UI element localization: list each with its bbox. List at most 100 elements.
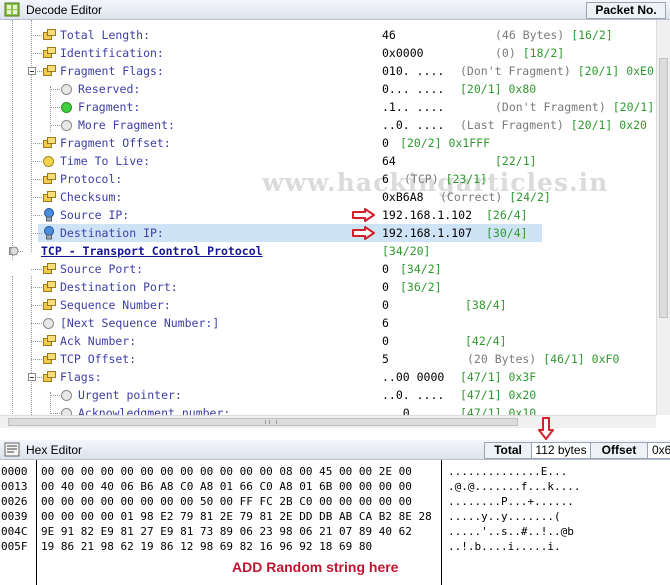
ip-address-icon bbox=[43, 206, 57, 224]
field-info: [42/4] bbox=[465, 332, 507, 350]
field-info: [34/20] bbox=[382, 242, 430, 260]
tree-row[interactable]: Source Port: 0 [34/2] bbox=[0, 260, 656, 278]
hex-ascii[interactable]: .....'..s..#..!..@b bbox=[448, 524, 574, 539]
field-offset: [46/1] bbox=[543, 352, 585, 366]
field-name: Checksum: bbox=[60, 190, 123, 204]
field-name: [Next Sequence Number:] bbox=[60, 316, 220, 330]
tree-row[interactable]: Destination Port: 0 [36/2] bbox=[0, 278, 656, 296]
decode-horizontal-scroll-thumb[interactable] bbox=[8, 418, 518, 426]
field-offset: [36/2] bbox=[400, 280, 442, 294]
hex-ascii[interactable]: .@.@.......f...k.... bbox=[448, 479, 580, 494]
field-mask: 0x1FFF bbox=[448, 136, 491, 150]
tree-row[interactable]: Fragment Offset: 0 [20/2] 0x1FFF bbox=[0, 134, 656, 152]
field-info: [38/4] bbox=[465, 296, 507, 314]
field-value: ...0 .... bbox=[382, 406, 445, 415]
field-value: 0 bbox=[382, 280, 389, 294]
tree-guide-line bbox=[31, 35, 42, 36]
tree-guide-line bbox=[50, 413, 60, 414]
offset-divider bbox=[36, 460, 37, 585]
tree-row[interactable]: Protocol: 6 (TCP) [23/1] bbox=[0, 170, 656, 188]
bit-flag-icon bbox=[43, 314, 57, 332]
field-name: Source IP: bbox=[60, 208, 130, 222]
field-offset: [24/2] bbox=[509, 190, 551, 204]
field-offset: [26/4] bbox=[486, 208, 528, 222]
field-name: TCP - Transport Control Protocol bbox=[41, 244, 263, 258]
tree-guide-line bbox=[31, 161, 42, 162]
tree-guide-line bbox=[50, 107, 60, 108]
tree-row[interactable]: Identification: 0x0000 (0) [18/2] bbox=[0, 44, 656, 62]
tree-row[interactable]: Total Length: 46 (46 Bytes) [16/2] bbox=[0, 26, 656, 44]
hex-ascii[interactable]: ........P...+...... bbox=[448, 494, 574, 509]
tree-guide-line bbox=[31, 233, 42, 234]
field-icon bbox=[43, 350, 57, 368]
field-description: (Don't Fragment) bbox=[495, 100, 606, 114]
hex-offset: 0026 bbox=[1, 495, 28, 508]
tree-row[interactable]: Ack Number: 0 [42/4] bbox=[0, 332, 656, 350]
field-value: 0 bbox=[382, 136, 389, 150]
tree-row[interactable]: Urgent pointer: ..0. .... [47/1] 0x20 bbox=[0, 386, 656, 404]
packet-no-column-header[interactable]: Packet No. bbox=[586, 2, 666, 19]
tree-row[interactable]: Source IP: 192.168.1.102 [26/4] bbox=[0, 206, 656, 224]
collapse-toggle-icon[interactable] bbox=[28, 373, 36, 381]
decode-horizontal-scrollbar[interactable] bbox=[0, 415, 656, 428]
field-value: 0 bbox=[382, 298, 389, 312]
field-info: [26/4] bbox=[486, 206, 528, 224]
hex-bytes[interactable]: 19 86 21 98 62 19 86 12 98 69 82 16 96 9… bbox=[41, 539, 437, 554]
field-name: Urgent pointer: bbox=[78, 388, 182, 402]
tree-row[interactable]: Destination IP: 192.168.1.107 [30/4] bbox=[0, 224, 656, 242]
tree-row[interactable]: Flags: ..00 0000 [47/1] 0x3F bbox=[0, 368, 656, 386]
tree-row[interactable]: Time To Live: 64 [22/1] bbox=[0, 152, 656, 170]
decode-vertical-scrollbar[interactable] bbox=[656, 20, 670, 415]
hex-bytes[interactable]: 00 00 00 00 00 00 00 00 00 00 00 00 08 0… bbox=[41, 464, 437, 479]
tree-row[interactable]: [Next Sequence Number:] 6 bbox=[0, 314, 656, 332]
offset-label: Offset bbox=[590, 442, 648, 459]
ip-address-icon bbox=[43, 224, 57, 242]
tree-row[interactable]: Reserved: 0... .... [20/1] 0x80 bbox=[0, 80, 656, 98]
hex-bytes[interactable]: 00 00 00 00 01 98 E2 79 81 2E 79 81 2E D… bbox=[41, 509, 437, 524]
tree-row[interactable]: Checksum: 0xB6A8 (Correct) [24/2] bbox=[0, 188, 656, 206]
hex-ascii[interactable]: ..............E... bbox=[448, 464, 567, 479]
tree-row[interactable]: Fragment: .1.. .... (Don't Fragment) [20/1… bbox=[0, 98, 656, 116]
tree-row[interactable]: Sequence Number: 0 [38/4] bbox=[0, 296, 656, 314]
field-description: (Don't Fragment) bbox=[460, 64, 571, 78]
bit-flag-icon bbox=[61, 404, 75, 415]
field-name: Reserved: bbox=[78, 82, 141, 96]
field-info: (Last Fragment) [20/1] 0x20 bbox=[460, 116, 647, 134]
tree-guide-line bbox=[50, 395, 60, 396]
hex-bytes[interactable]: 00 40 00 40 06 B6 A8 C0 A8 01 66 C0 A8 0… bbox=[41, 479, 437, 494]
tree-guide-line bbox=[31, 143, 42, 144]
decode-vertical-scroll-thumb[interactable] bbox=[659, 58, 668, 318]
field-description: (20 Bytes) bbox=[467, 352, 537, 366]
tree-guide-line bbox=[31, 305, 42, 306]
field-offset: [42/4] bbox=[465, 334, 507, 348]
hex-ascii[interactable]: .....y..y.......( bbox=[448, 509, 561, 524]
tree-row[interactable]: Fragment Flags: 010. .... (Don't Fragment)… bbox=[0, 62, 656, 80]
hex-ascii[interactable]: ..!.b....i.....i. bbox=[448, 539, 561, 554]
field-mask: 0x3F bbox=[508, 370, 537, 384]
red-right-arrow-icon bbox=[352, 208, 375, 222]
tree-guide-line bbox=[31, 287, 42, 288]
offset-value: 0x6 bbox=[647, 442, 670, 459]
field-offset: [38/4] bbox=[465, 298, 507, 312]
field-mask: 0x20 bbox=[508, 388, 537, 402]
field-offset: [20/1] bbox=[577, 64, 620, 78]
bit-flag-icon bbox=[61, 116, 75, 134]
field-name: Acknowledgment number: bbox=[78, 406, 231, 415]
tree-node-tcp[interactable]: TCP - Transport Control Protocol [34/20] bbox=[0, 242, 656, 260]
tree-row[interactable]: Acknowledgment number: ...0 .... [47/1] 0x… bbox=[0, 404, 656, 415]
field-icon bbox=[43, 368, 57, 386]
field-info: [47/1] 0x20 bbox=[460, 386, 536, 404]
hex-bytes[interactable]: 00 00 00 00 00 00 00 00 50 00 FF FC 2B C… bbox=[41, 494, 437, 509]
field-info: (Don't Fragment) [20/1] 0xE0 bbox=[460, 62, 654, 80]
field-name: Total Length: bbox=[60, 28, 151, 42]
field-name: Destination IP: bbox=[60, 226, 164, 240]
collapse-toggle-icon[interactable] bbox=[28, 67, 36, 75]
field-name: Fragment Offset: bbox=[60, 136, 171, 150]
field-offset: [34/20] bbox=[382, 244, 431, 258]
tree-row[interactable]: TCP Offset: 5 (20 Bytes) [46/1] 0xF0 bbox=[0, 350, 656, 368]
decode-editor-title: Decode Editor bbox=[26, 3, 103, 17]
tree-row[interactable]: More Fragment: ..0. .... (Last Fragment) [… bbox=[0, 116, 656, 134]
hex-bytes[interactable]: 9E 91 82 E9 81 27 E9 81 73 89 06 23 98 0… bbox=[41, 524, 437, 539]
decode-tree[interactable]: www.hackingarticles.in Total Length: 46 (4… bbox=[0, 20, 656, 415]
field-description: (Last Fragment) bbox=[460, 118, 564, 132]
